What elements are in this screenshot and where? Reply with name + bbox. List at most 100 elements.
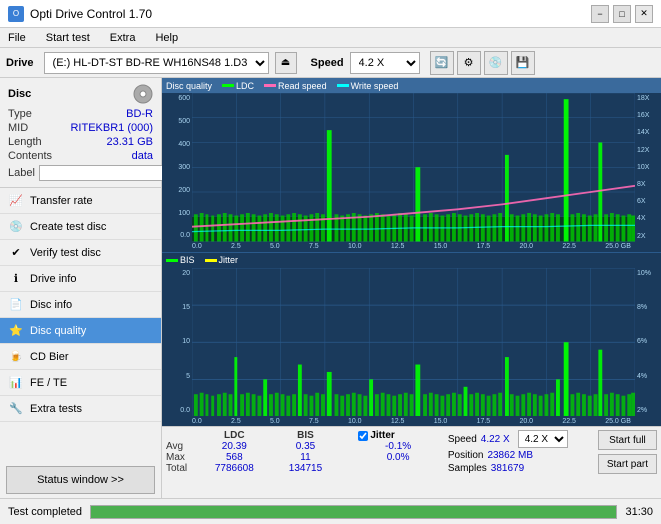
disc-contents-value: data xyxy=(132,150,153,162)
refresh-button[interactable]: 🔄 xyxy=(430,51,454,75)
position-value: 23862 MB xyxy=(487,450,533,461)
jitter-checkbox[interactable] xyxy=(358,431,368,441)
disc-header-title: Disc xyxy=(8,88,31,100)
disc-mid-row: MID RITEKBR1 (000) xyxy=(8,122,153,134)
fe-te-icon: 📊 xyxy=(8,375,24,391)
menu-start-test[interactable]: Start test xyxy=(42,31,94,45)
speed-label: Speed xyxy=(311,57,344,69)
start-full-button[interactable]: Start full xyxy=(598,430,657,450)
maximize-button[interactable]: □ xyxy=(613,5,631,23)
nav-verify-test-disc[interactable]: ✔ Verify test disc xyxy=(0,240,161,266)
close-button[interactable]: ✕ xyxy=(635,5,653,23)
jitter-legend-label: Jitter xyxy=(219,255,239,265)
speed-value: 4.22 X xyxy=(481,434,510,445)
nav-disc-quality[interactable]: ⭐ Disc quality xyxy=(0,318,161,344)
disc-mid-label: MID xyxy=(8,122,28,134)
menu-help[interactable]: Help xyxy=(151,31,182,45)
chart1-svg-container xyxy=(192,93,635,242)
samples-label: Samples xyxy=(448,463,487,474)
jitter-legend: Jitter xyxy=(205,255,239,265)
verify-test-disc-icon: ✔ xyxy=(8,245,24,261)
drive-info-icon: ℹ xyxy=(8,271,24,287)
app-title: Opti Drive Control 1.70 xyxy=(30,7,152,21)
bis-legend: BIS xyxy=(166,255,195,265)
disc-length-value: 23.31 GB xyxy=(107,136,153,148)
jitter-check-label: Jitter xyxy=(370,430,394,441)
toolbar-icons: 🔄 ⚙ 💿 💾 xyxy=(430,51,535,75)
nav-fe-te-label: FE / TE xyxy=(30,377,67,389)
main-layout: Disc Type BD-R MID RITEKBR1 (000) Length… xyxy=(0,78,661,498)
cd-bier-icon: 🍺 xyxy=(8,349,24,365)
main-content: Disc quality LDC Read speed Write speed xyxy=(162,78,661,498)
speed-select[interactable]: 4.2 X xyxy=(350,52,420,74)
chart1-inner: 600 500 400 300 200 100 0.0 xyxy=(162,93,661,242)
chart2-title-bar: BIS Jitter xyxy=(162,253,661,268)
disc-length-label: Length xyxy=(8,136,42,148)
nav-cd-bier[interactable]: 🍺 CD Bier xyxy=(0,344,161,370)
jitter-checkbox-container: Jitter xyxy=(358,430,438,441)
chart2-y-left: 20 15 10 5 0.0 xyxy=(162,268,192,417)
read-speed-legend: Read speed xyxy=(264,81,327,91)
disc-icon xyxy=(133,84,153,104)
transfer-rate-icon: 📈 xyxy=(8,193,24,209)
chart2-area: 20 15 10 5 0.0 xyxy=(162,268,661,427)
eject-button[interactable]: ⏏ xyxy=(275,52,297,74)
speed-label: Speed xyxy=(448,434,477,445)
disc-label-input[interactable] xyxy=(39,165,177,181)
total-ldc: 7786608 xyxy=(196,463,273,474)
stats-area: LDC BIS Jitter Avg 20. xyxy=(162,426,661,498)
chart1-panel: Disc quality LDC Read speed Write speed xyxy=(162,78,661,253)
bis-legend-color xyxy=(166,259,178,262)
nav-verify-test-disc-label: Verify test disc xyxy=(30,247,101,259)
minimize-button[interactable]: − xyxy=(591,5,609,23)
settings-button[interactable]: ⚙ xyxy=(457,51,481,75)
nav-extra-tests[interactable]: 🔧 Extra tests xyxy=(0,396,161,422)
nav-disc-info-label: Disc info xyxy=(30,299,72,311)
disc-label-label: Label xyxy=(8,167,35,179)
speed-row: Speed 4.22 X 4.2 X xyxy=(448,430,588,448)
nav-disc-info[interactable]: 📄 Disc info xyxy=(0,292,161,318)
chart1-y-left: 600 500 400 300 200 100 0.0 xyxy=(162,93,192,242)
status-time: 31:30 xyxy=(625,506,653,518)
disc-type-value: BD-R xyxy=(126,108,153,120)
nav-drive-info[interactable]: ℹ Drive info xyxy=(0,266,161,292)
nav-create-test-disc[interactable]: 💿 Create test disc xyxy=(0,214,161,240)
nav-transfer-rate[interactable]: 📈 Transfer rate xyxy=(0,188,161,214)
status-window-button[interactable]: Status window >> xyxy=(6,466,155,494)
ldc-header: LDC xyxy=(196,430,273,441)
disc-header: Disc xyxy=(8,84,153,104)
nav-disc-quality-label: Disc quality xyxy=(30,325,86,337)
chart2-svg xyxy=(192,268,635,417)
avg-ldc: 20.39 xyxy=(196,441,273,452)
disc-contents-label: Contents xyxy=(8,150,52,162)
ldc-legend-color xyxy=(222,84,234,87)
status-text: Test completed xyxy=(8,506,82,518)
max-label: Max xyxy=(166,452,196,463)
app-icon: O xyxy=(8,6,24,22)
disc-mid-value: RITEKBR1 (000) xyxy=(70,122,153,134)
nav-fe-te[interactable]: 📊 FE / TE xyxy=(0,370,161,396)
position-row: Position 23862 MB xyxy=(448,450,588,461)
menu-extra[interactable]: Extra xyxy=(106,31,140,45)
drive-select[interactable]: (E:) HL-DT-ST BD-RE WH16NS48 1.D3 xyxy=(44,52,269,74)
title-bar-controls: − □ ✕ xyxy=(591,5,653,23)
menu-file[interactable]: File xyxy=(4,31,30,45)
drive-label: Drive xyxy=(6,57,34,69)
jitter-legend-color xyxy=(205,259,217,262)
disc-length-row: Length 23.31 GB xyxy=(8,136,153,148)
stats-avg-row: Avg 20.39 0.35 -0.1% xyxy=(166,441,442,452)
disc-info-panel: Disc Type BD-R MID RITEKBR1 (000) Length… xyxy=(0,78,161,188)
disc-type-label: Type xyxy=(8,108,32,120)
disc-button[interactable]: 💿 xyxy=(484,51,508,75)
extra-tests-icon: 🔧 xyxy=(8,401,24,417)
nav-extra-tests-label: Extra tests xyxy=(30,403,82,415)
chart1-y-right: 18X 16X 14X 12X 10X 8X 6X 4X 2X xyxy=(635,93,661,242)
chart2-x-axis: 0.0 2.5 5.0 7.5 10.0 12.5 15.0 17.5 20.0… xyxy=(162,416,661,426)
start-part-button[interactable]: Start part xyxy=(598,454,657,474)
bis-legend-label: BIS xyxy=(180,255,195,265)
stats-max-row: Max 568 11 0.0% xyxy=(166,452,442,463)
save-button[interactable]: 💾 xyxy=(511,51,535,75)
speed-select-dropdown[interactable]: 4.2 X xyxy=(518,430,568,448)
chart2-y-right: 10% 8% 6% 4% 2% xyxy=(635,268,661,417)
jitter-header: Jitter xyxy=(354,430,442,441)
